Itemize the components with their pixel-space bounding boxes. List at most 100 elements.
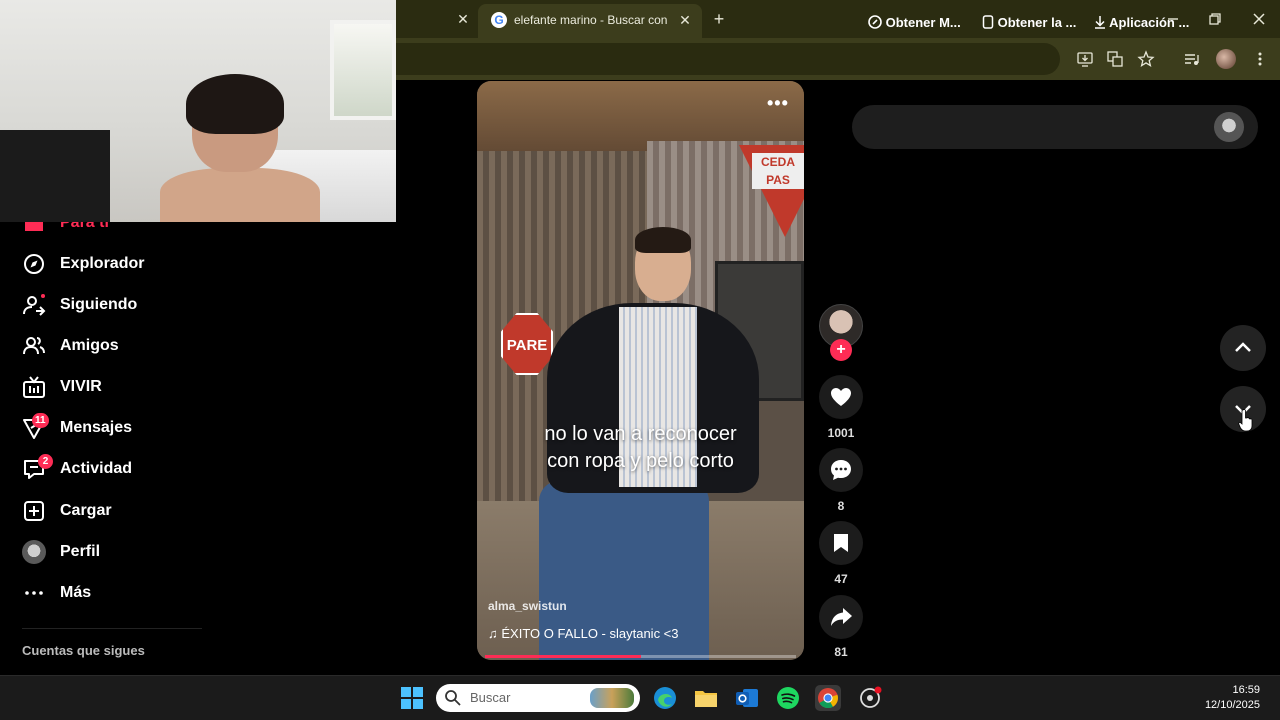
share-count: 81 <box>834 645 848 659</box>
share-button[interactable] <box>819 595 863 639</box>
taskbar-search[interactable] <box>436 684 640 712</box>
clock-time: 16:59 <box>1232 684 1260 696</box>
chrome-icon <box>818 688 838 709</box>
comment-button[interactable] <box>819 448 863 492</box>
hand-cursor-icon <box>1238 409 1253 432</box>
caption-line-1: no lo van a reconocer <box>544 423 737 445</box>
save-button[interactable] <box>819 521 863 565</box>
video-more-button[interactable]: ••• <box>767 93 789 114</box>
taskbar-spotify[interactable] <box>775 685 801 711</box>
sidebar-item-label: Siguiendo <box>60 296 138 313</box>
translate-icon <box>1107 51 1123 67</box>
browser-menu-button[interactable] <box>1249 48 1271 70</box>
caption-line-2: con ropa y pelo corto <box>547 450 734 472</box>
sidebar-item-actividad[interactable]: 2 Actividad <box>22 454 222 484</box>
close-icon <box>1253 13 1265 25</box>
webcam-person-hair <box>186 74 284 134</box>
heart-icon <box>831 388 851 406</box>
folder-icon <box>695 691 717 707</box>
webcam-shelf <box>0 130 110 222</box>
sidebar-item-mas[interactable]: Más <box>22 578 222 608</box>
taskbar-outlook[interactable] <box>734 685 760 711</box>
search-highlight-image <box>590 688 634 708</box>
get-coins-button[interactable]: Obtener M... <box>868 15 961 30</box>
previous-video-button[interactable] <box>1220 325 1266 371</box>
webcam-person-body <box>160 168 320 222</box>
more-icon <box>25 591 43 595</box>
share-icon <box>831 608 852 626</box>
edge-icon <box>654 687 676 709</box>
star-icon <box>1137 50 1155 67</box>
taskbar-file-explorer[interactable] <box>693 685 719 711</box>
bookmark-star-button[interactable] <box>1135 48 1157 70</box>
sidebar-item-label: Cargar <box>60 502 112 519</box>
video-music[interactable]: ♫ ÉXITO O FALLO - slaytanic <3 <box>488 626 679 641</box>
sidebar-divider <box>22 628 202 629</box>
comment-count: 8 <box>837 499 845 513</box>
activity-badge: 2 <box>38 454 53 469</box>
sidebar-item-amigos[interactable]: Amigos <box>22 331 222 361</box>
sidebar-item-label: VIVIR <box>60 378 102 395</box>
restore-button[interactable] <box>1204 8 1226 30</box>
live-icon <box>23 376 45 398</box>
friends-icon <box>23 337 45 355</box>
close-window-button[interactable] <box>1248 8 1270 30</box>
sidebar-item-label: Explorador <box>60 255 145 272</box>
webcam-window <box>330 20 396 120</box>
monitor-download-icon <box>1077 52 1093 67</box>
sidebar-item-label: Mensajes <box>60 419 133 436</box>
following-accounts-heading: Cuentas que sigues <box>22 643 145 658</box>
windows-taskbar <box>0 675 1280 720</box>
messages-badge: 11 <box>32 413 49 428</box>
desktop-app-label: Aplicación ... <box>1109 15 1190 30</box>
address-bar[interactable] <box>396 43 1060 75</box>
tab-google-search[interactable]: G elefante marino - Buscar con Google ✕ <box>478 4 702 38</box>
sidebar-item-perfil[interactable]: Perfil <box>22 537 222 567</box>
sidebar-item-label: Perfil <box>60 543 101 560</box>
taskbar-chrome[interactable] <box>815 685 841 711</box>
follow-button[interactable]: + <box>830 339 852 361</box>
like-count: 1001 <box>827 426 855 440</box>
browser-profile-avatar[interactable] <box>1216 49 1236 69</box>
get-app-button[interactable]: Obtener la ... <box>982 15 1076 30</box>
translate-button[interactable] <box>1104 48 1126 70</box>
profile-icon <box>22 540 46 564</box>
sidebar-item-cargar[interactable]: Cargar <box>22 496 222 526</box>
install-app-icon[interactable] <box>1074 48 1096 70</box>
previous-tab-close-button[interactable]: ✕ <box>454 10 472 28</box>
spotify-icon <box>777 687 799 709</box>
playlist-icon <box>1185 54 1199 65</box>
video-progress-bar[interactable] <box>485 655 796 658</box>
webcam-person <box>160 72 320 222</box>
outlook-icon <box>736 689 758 707</box>
chevron-up-icon <box>1235 342 1251 352</box>
sidebar-item-label: Más <box>60 584 92 601</box>
sidebar-item-mensajes[interactable]: 11 Mensajes <box>22 413 222 443</box>
windows-start-button[interactable] <box>400 686 426 712</box>
like-button[interactable] <box>819 375 863 419</box>
sidebar-item-label: Actividad <box>60 460 133 477</box>
video-player[interactable]: CEDA PAS PARE ••• no lo van a reconocer … <box>477 81 804 660</box>
settings-icon <box>860 686 882 708</box>
coin-icon <box>868 15 882 29</box>
taskbar-edge[interactable] <box>652 685 678 711</box>
phone-icon <box>982 15 994 29</box>
top-actions-bar <box>852 105 1258 149</box>
taskbar-app-extra[interactable] <box>857 685 883 711</box>
desktop-app-button[interactable]: Aplicación ... <box>1094 15 1189 30</box>
sidebar-item-explorador[interactable]: Explorador <box>22 249 222 279</box>
yield-sign-text: CEDA PAS <box>752 153 804 189</box>
webcam-overlay <box>0 0 396 222</box>
taskbar-clock[interactable]: 16:59 12/10/2025 <box>1190 683 1260 713</box>
save-count: 47 <box>834 572 848 586</box>
new-tab-button[interactable]: + <box>708 8 730 30</box>
video-author[interactable]: alma_swistun <box>488 599 567 613</box>
kebab-menu-icon <box>1258 52 1262 66</box>
sidebar-item-siguiendo[interactable]: Siguiendo <box>22 290 222 320</box>
tab-close-button[interactable]: ✕ <box>676 11 694 29</box>
sidebar-item-label: Amigos <box>60 337 119 354</box>
reading-list-button[interactable] <box>1181 48 1203 70</box>
restore-icon <box>1209 13 1221 25</box>
user-avatar[interactable] <box>1214 112 1244 142</box>
sidebar-item-vivir[interactable]: VIVIR <box>22 372 222 402</box>
